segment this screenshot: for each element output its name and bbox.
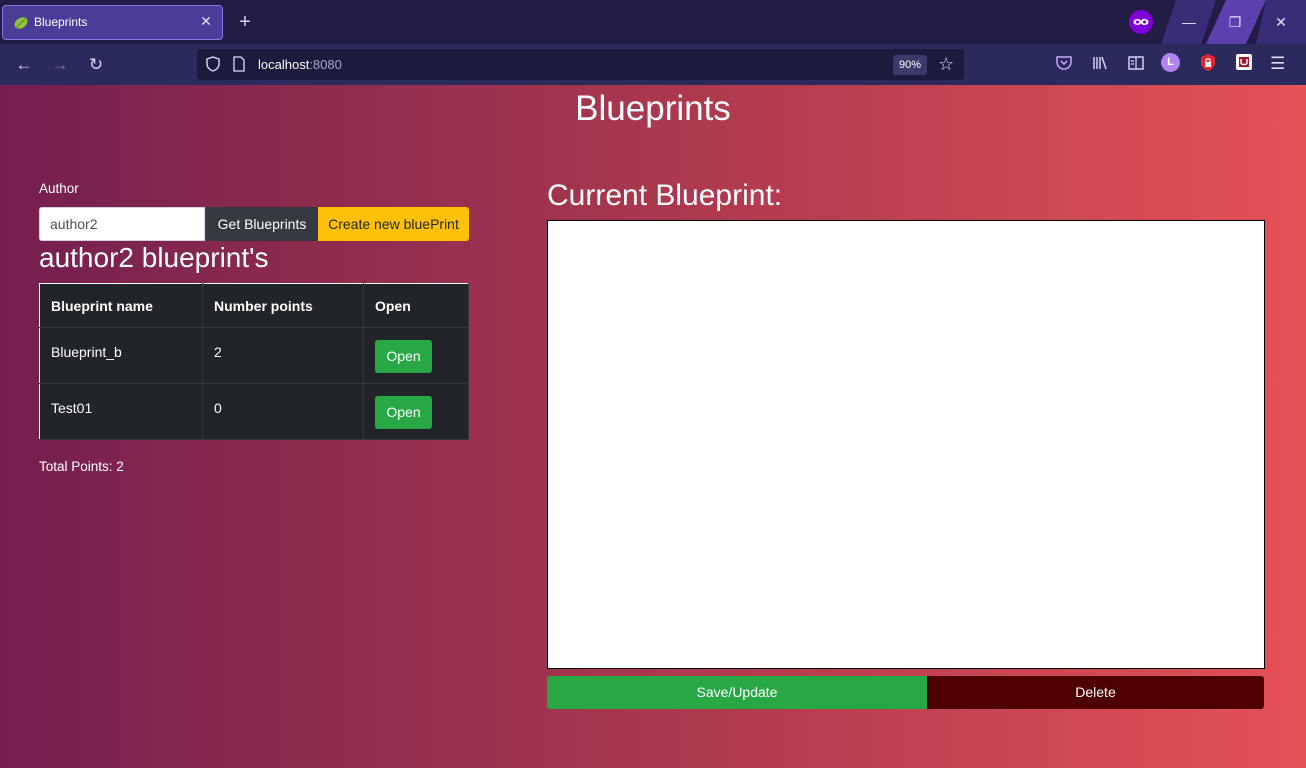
ublock-icon[interactable] [1235,53,1257,75]
blueprint-name-cell: Test01 [39,383,203,440]
blueprints-table: Blueprint name Number points Open Bluepr… [39,283,469,440]
create-blueprint-button[interactable]: Create new bluePrint [318,207,469,241]
column-header-name: Blueprint name [39,283,203,328]
reader-view-icon[interactable] [1126,53,1148,75]
open-cell: Open [363,327,469,384]
reload-icon[interactable]: ↻ [83,52,109,78]
column-header-points: Number points [202,283,364,328]
minimize-icon[interactable]: — [1177,10,1201,34]
restore-icon[interactable]: ❐ [1223,10,1247,34]
open-cell: Open [363,383,469,440]
total-points-label: Total Points: 2 [39,459,124,474]
author-input[interactable] [39,207,205,241]
url-port: :8080 [309,57,342,72]
blueprint-list-heading: author2 blueprint's [39,242,269,273]
blueprint-points-cell: 0 [202,383,364,440]
current-blueprint-heading: Current Blueprint: [547,179,783,212]
zoom-badge[interactable]: 90% [893,55,927,75]
page-content: Blueprints Author Get Blueprints Create … [0,85,1306,768]
open-button[interactable]: Open [375,340,432,373]
tab-title: Blueprints [34,15,88,29]
author-label: Author [39,181,79,196]
private-mask-icon[interactable] [1129,10,1153,34]
arrow-left-icon[interactable]: ← [11,52,37,78]
save-update-button[interactable]: Save/Update [547,676,927,709]
get-blueprints-button[interactable]: Get Blueprints [206,207,318,241]
table-header-row: Blueprint name Number points Open [39,283,469,328]
blueprint-canvas[interactable] [547,220,1265,669]
account-avatar-icon[interactable]: L [1161,53,1180,72]
hamburger-menu-icon[interactable]: ☰ [1270,53,1292,75]
url-text[interactable]: localhost:8080 [258,57,342,72]
window-close-icon[interactable]: ✕ [1269,10,1293,34]
table-row: Test01 0 Open [39,383,469,440]
delete-button[interactable]: Delete [927,676,1264,709]
plus-icon[interactable]: + [233,10,257,34]
url-bar[interactable]: localhost:8080 90% ☆ [197,49,964,80]
lock-extension-icon[interactable] [1199,53,1221,75]
blueprint-name-cell: Blueprint_b [39,327,203,384]
star-icon[interactable]: ☆ [938,54,954,75]
arrow-right-icon[interactable]: → [47,52,73,78]
pocket-icon[interactable] [1054,53,1076,75]
table-row: Blueprint_b 2 Open [39,327,469,384]
url-host: localhost [258,57,310,72]
library-icon[interactable] [1090,53,1112,75]
page-title: Blueprints [575,89,731,128]
blueprint-points-cell: 2 [202,327,364,384]
close-icon[interactable]: ✕ [197,12,215,30]
open-button[interactable]: Open [375,396,432,429]
browser-tab[interactable]: Blueprints ✕ [2,5,223,40]
browser-nav-bar: ← → ↻ localhost:8080 90% ☆ L ☰ [0,44,1306,85]
page-icon[interactable] [232,56,246,77]
browser-tab-bar: Blueprints ✕ + — ❐ ✕ [0,0,1306,44]
shield-icon[interactable] [204,55,222,78]
spring-leaf-icon [13,15,29,31]
column-header-open: Open [363,283,469,328]
